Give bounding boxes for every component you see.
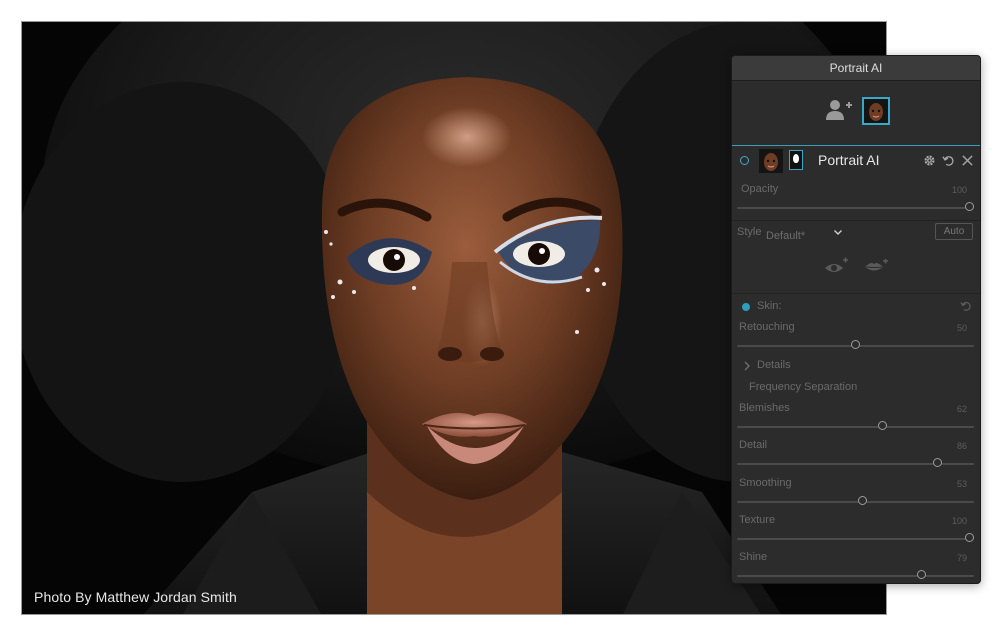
skin-section-toggle[interactable] bbox=[742, 303, 750, 311]
layer-mask-thumbnail[interactable] bbox=[789, 150, 803, 170]
retouching-value: 50 bbox=[956, 323, 967, 333]
details-label[interactable]: Details bbox=[757, 359, 791, 371]
skin-slider-knob[interactable] bbox=[878, 421, 888, 430]
chevron-down-icon[interactable] bbox=[833, 227, 843, 237]
add-user-icon[interactable] bbox=[825, 99, 853, 121]
chevron-right-icon[interactable] bbox=[743, 361, 751, 371]
skin-slider-label: Detail bbox=[739, 439, 768, 451]
face-thumbnail-selected[interactable] bbox=[862, 97, 890, 125]
style-dropdown-value[interactable]: Default* bbox=[766, 230, 805, 242]
layer-name: Portrait AI bbox=[818, 152, 880, 168]
skin-slider-value: 86 bbox=[956, 441, 967, 451]
skin-slider-track[interactable] bbox=[737, 501, 974, 503]
retouching-label: Retouching bbox=[739, 321, 795, 333]
skin-slider-track[interactable] bbox=[737, 426, 974, 428]
preset-row bbox=[732, 81, 980, 146]
skin-label: Skin: bbox=[757, 300, 782, 312]
layer-row[interactable]: Portrait AI bbox=[732, 146, 980, 176]
skin-slider-value: 100 bbox=[951, 516, 967, 526]
skin-slider-knob[interactable] bbox=[965, 533, 974, 542]
close-icon[interactable] bbox=[961, 154, 974, 167]
opacity-value: 100 bbox=[951, 185, 967, 195]
skin-slider-knob[interactable] bbox=[917, 570, 927, 579]
photo-credit: Photo By Matthew Jordan Smith bbox=[34, 589, 237, 605]
opacity-slider-knob[interactable] bbox=[965, 202, 974, 211]
panel-title: Portrait AI bbox=[732, 56, 980, 81]
divider bbox=[732, 220, 980, 221]
skin-reset-icon[interactable] bbox=[960, 300, 972, 312]
lips-enhance-icon[interactable] bbox=[863, 259, 889, 275]
skin-slider-value: 53 bbox=[956, 479, 967, 489]
skin-slider-label: Shine bbox=[739, 551, 768, 563]
gear-icon[interactable] bbox=[923, 154, 936, 167]
layer-thumbnail-image bbox=[759, 149, 783, 173]
undo-icon[interactable] bbox=[942, 154, 955, 167]
skin-slider-track[interactable] bbox=[737, 575, 974, 577]
retouching-slider-knob[interactable] bbox=[851, 340, 860, 349]
skin-slider-label: Texture bbox=[739, 514, 776, 526]
opacity-label: Opacity bbox=[741, 183, 779, 195]
face-thumbnail-image bbox=[864, 99, 888, 123]
style-label: Style bbox=[737, 226, 762, 238]
portrait-ai-panel: Portrait AI Portrait AI Opacity 100 Styl… bbox=[731, 55, 981, 584]
skin-slider-knob[interactable] bbox=[857, 496, 867, 505]
skin-slider-label: Blemishes bbox=[739, 402, 790, 414]
frequency-separation-label[interactable]: Frequency Separation bbox=[749, 381, 857, 393]
skin-slider-label: Smoothing bbox=[739, 477, 792, 489]
divider bbox=[732, 293, 980, 294]
skin-slider-value: 62 bbox=[956, 404, 967, 414]
layer-toggle-radio[interactable] bbox=[740, 156, 749, 165]
eye-enhance-icon[interactable] bbox=[823, 257, 849, 277]
auto-button[interactable]: Auto bbox=[935, 223, 973, 240]
layer-thumbnail bbox=[759, 149, 783, 173]
skin-slider-knob[interactable] bbox=[933, 458, 943, 467]
opacity-slider-track[interactable] bbox=[737, 207, 974, 209]
skin-slider-track[interactable] bbox=[737, 538, 974, 540]
skin-slider-value: 79 bbox=[956, 553, 967, 563]
